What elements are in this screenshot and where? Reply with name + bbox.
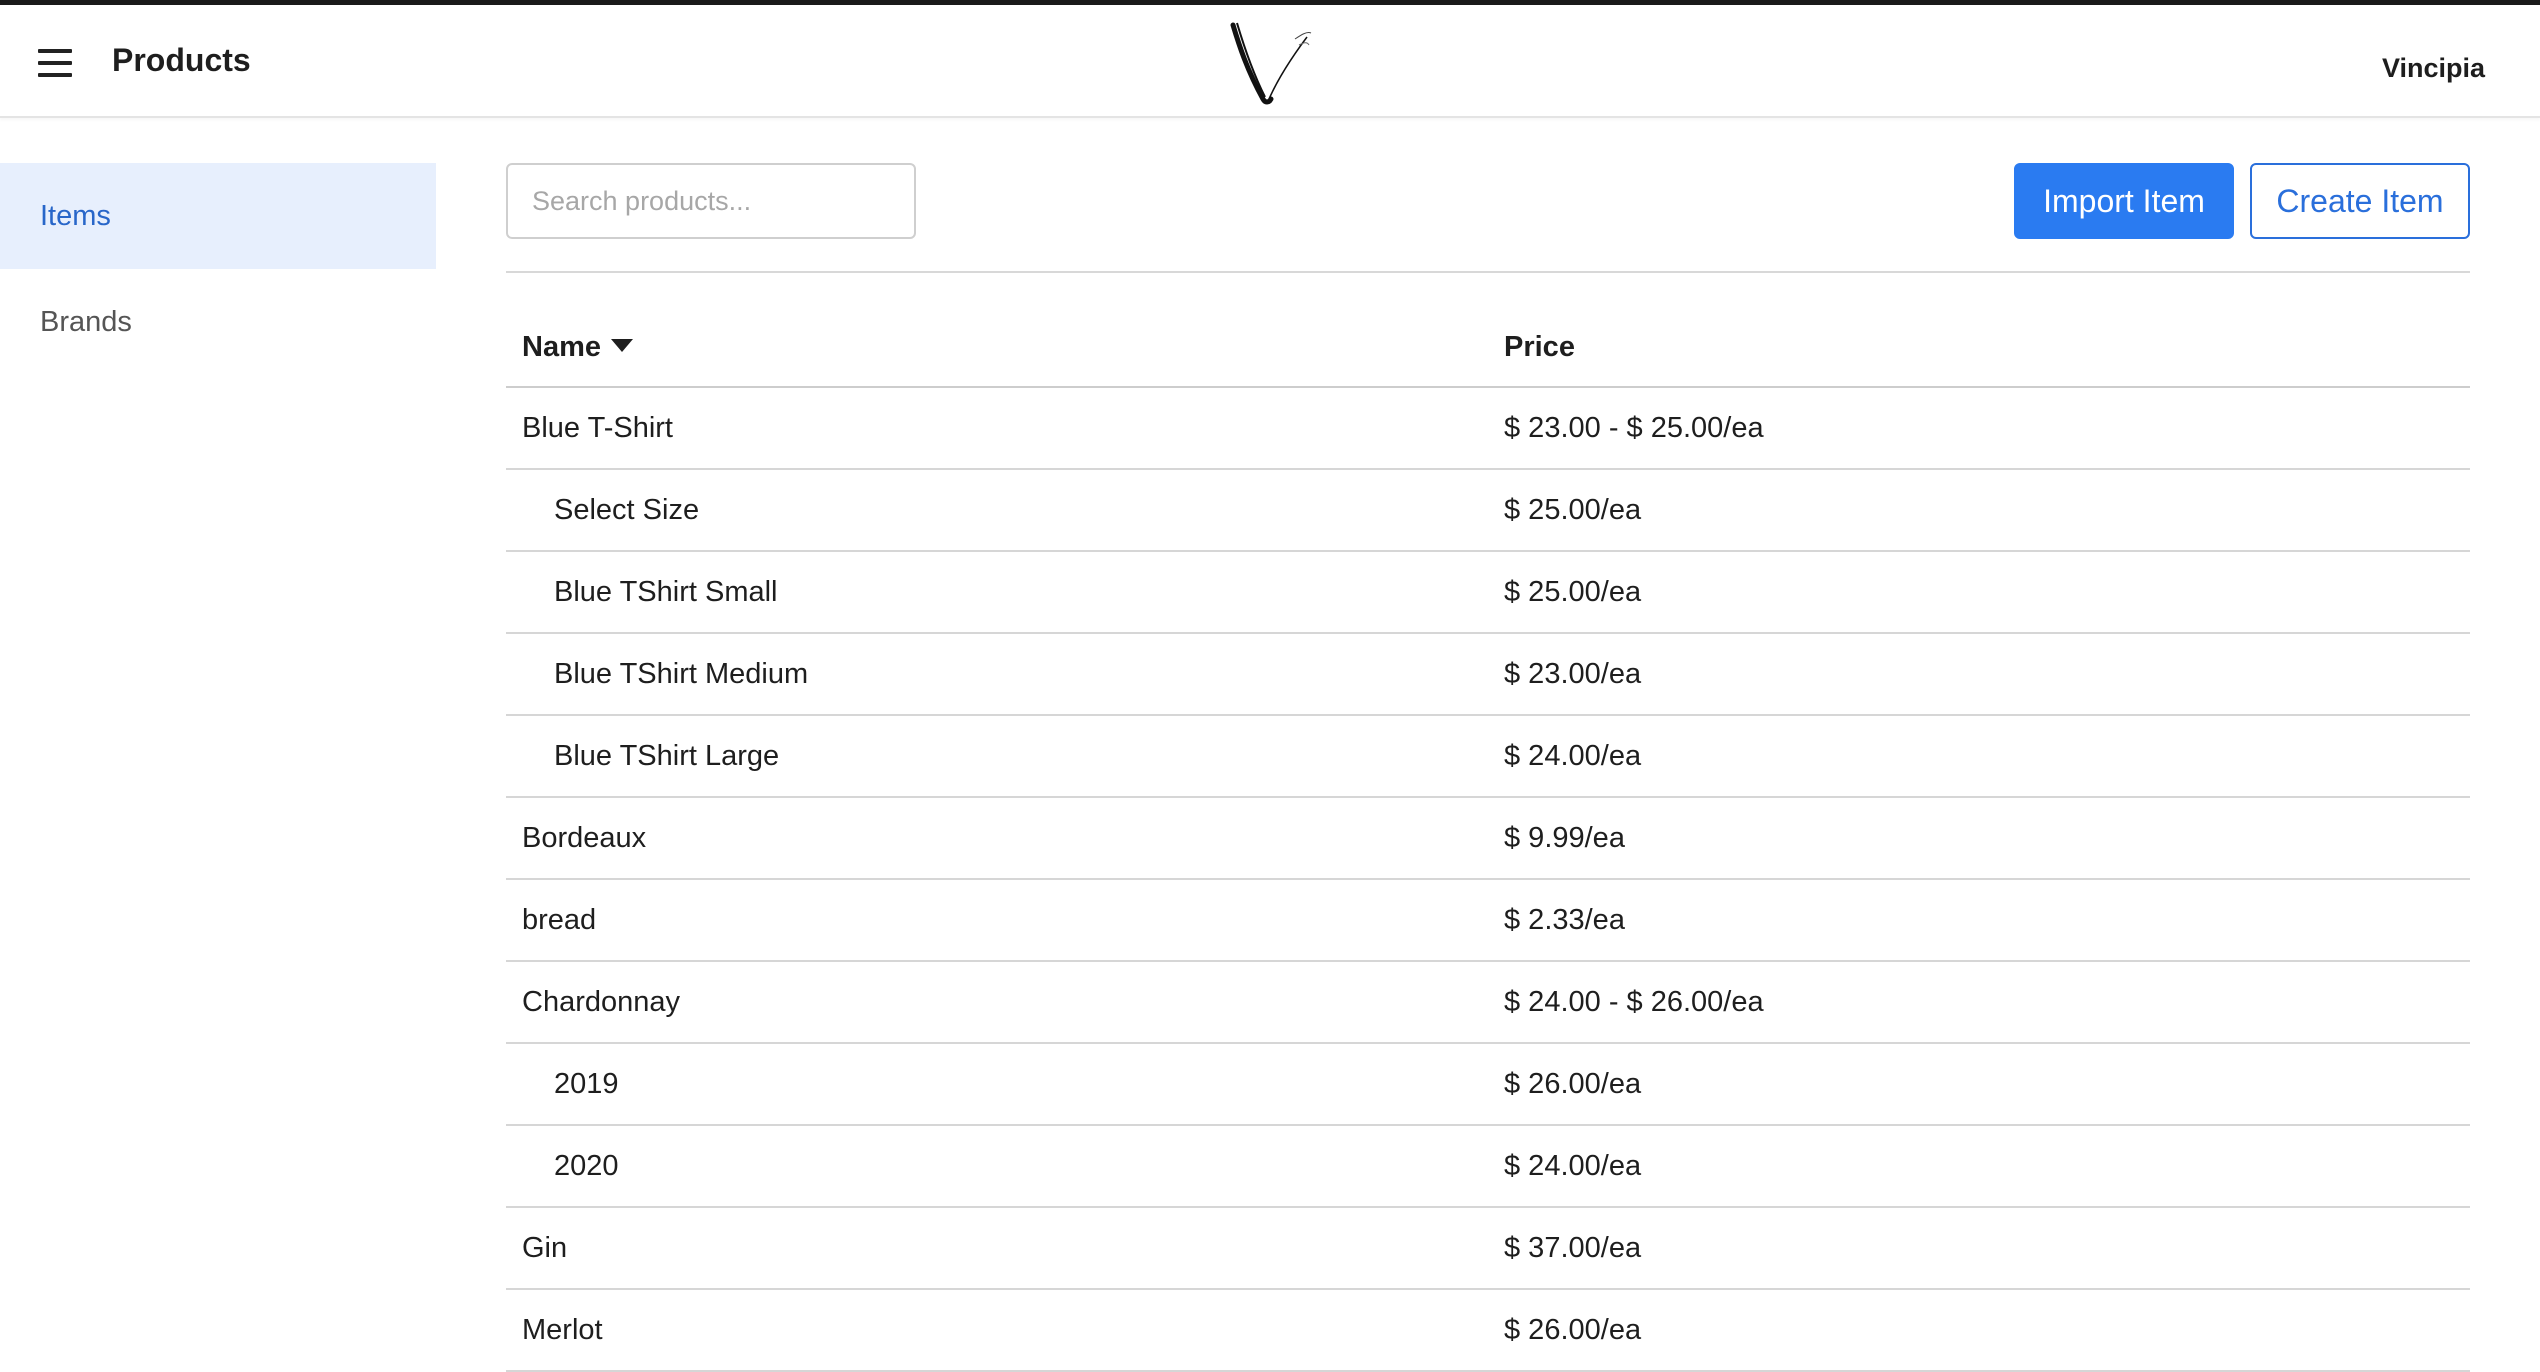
product-price: $ 24.00/ea — [1488, 1125, 2470, 1208]
table-header-row: Name Price — [506, 308, 2470, 388]
column-header-name-label: Name — [522, 330, 601, 363]
variant-name: Blue TShirt Medium — [506, 633, 1488, 716]
product-price: $ 25.00/ea — [1488, 469, 2470, 552]
table-row[interactable]: 2020 $ 24.00/ea — [506, 1125, 2470, 1208]
table-row[interactable]: Merlot $ 26.00/ea — [506, 1289, 2470, 1372]
variant-name: Blue TShirt Large — [506, 715, 1488, 798]
product-price: $ 9.99/ea — [1488, 797, 2470, 880]
product-price: $ 25.00/ea — [1488, 551, 2470, 634]
product-name: Blue T-Shirt — [506, 387, 1488, 470]
product-name: Gin — [506, 1207, 1488, 1290]
page-title: Products — [112, 42, 251, 78]
caret-down-icon[interactable] — [611, 339, 633, 353]
table-row[interactable]: Blue TShirt Large $ 24.00/ea — [506, 715, 2470, 798]
table-row[interactable]: Blue TShirt Medium $ 23.00/ea — [506, 633, 2470, 716]
table-row[interactable]: Chardonnay $ 24.00 - $ 26.00/ea — [506, 961, 2470, 1044]
variant-name: 2020 — [506, 1125, 1488, 1208]
menu-icon[interactable] — [38, 49, 74, 79]
product-name: Bordeaux — [506, 797, 1488, 880]
product-price: $ 23.00/ea — [1488, 633, 2470, 716]
product-price: $ 24.00/ea — [1488, 715, 2470, 798]
table-row[interactable]: Blue T-Shirt $ 23.00 - $ 25.00/ea — [506, 387, 2470, 470]
product-price: $ 24.00 - $ 26.00/ea — [1488, 961, 2470, 1044]
variant-name: 2019 — [506, 1043, 1488, 1126]
product-price: $ 23.00 - $ 25.00/ea — [1488, 387, 2470, 470]
table-row[interactable]: Bordeaux $ 9.99/ea — [506, 797, 2470, 880]
column-header-price[interactable]: Price — [1488, 308, 2470, 388]
org-name[interactable]: Vincipia — [2382, 53, 2485, 84]
product-name: Merlot — [506, 1289, 1488, 1372]
app-header: Products Vincipia — [0, 5, 2540, 118]
product-name: Chardonnay — [506, 961, 1488, 1044]
table-row[interactable]: 2019 $ 26.00/ea — [506, 1043, 2470, 1126]
sidebar: Items Brands — [0, 163, 436, 375]
logo-icon — [1230, 22, 1312, 105]
sidebar-item-brands[interactable]: Brands — [0, 269, 436, 375]
variant-name: Blue TShirt Small — [506, 551, 1488, 634]
table-row[interactable]: Blue TShirt Small $ 25.00/ea — [506, 551, 2470, 634]
table-row[interactable]: bread $ 2.33/ea — [506, 879, 2470, 962]
product-name: bread — [506, 879, 1488, 962]
product-price: $ 2.33/ea — [1488, 879, 2470, 962]
table-row[interactable]: Gin $ 37.00/ea — [506, 1207, 2470, 1290]
variant-name: Select Size — [506, 469, 1488, 552]
products-table: Name Price Blue T-Shirt $ 23.00 - $ 25.0… — [506, 308, 2470, 1372]
create-item-button[interactable]: Create Item — [2250, 163, 2470, 239]
product-price: $ 37.00/ea — [1488, 1207, 2470, 1290]
sidebar-item-items[interactable]: Items — [0, 163, 436, 269]
toolbar-divider — [506, 271, 2470, 273]
product-price: $ 26.00/ea — [1488, 1289, 2470, 1372]
search-input[interactable] — [506, 163, 916, 239]
table-row[interactable]: Select Size $ 25.00/ea — [506, 469, 2470, 552]
column-header-name[interactable]: Name — [506, 308, 1488, 388]
product-price: $ 26.00/ea — [1488, 1043, 2470, 1126]
import-item-button[interactable]: Import Item — [2014, 163, 2234, 239]
